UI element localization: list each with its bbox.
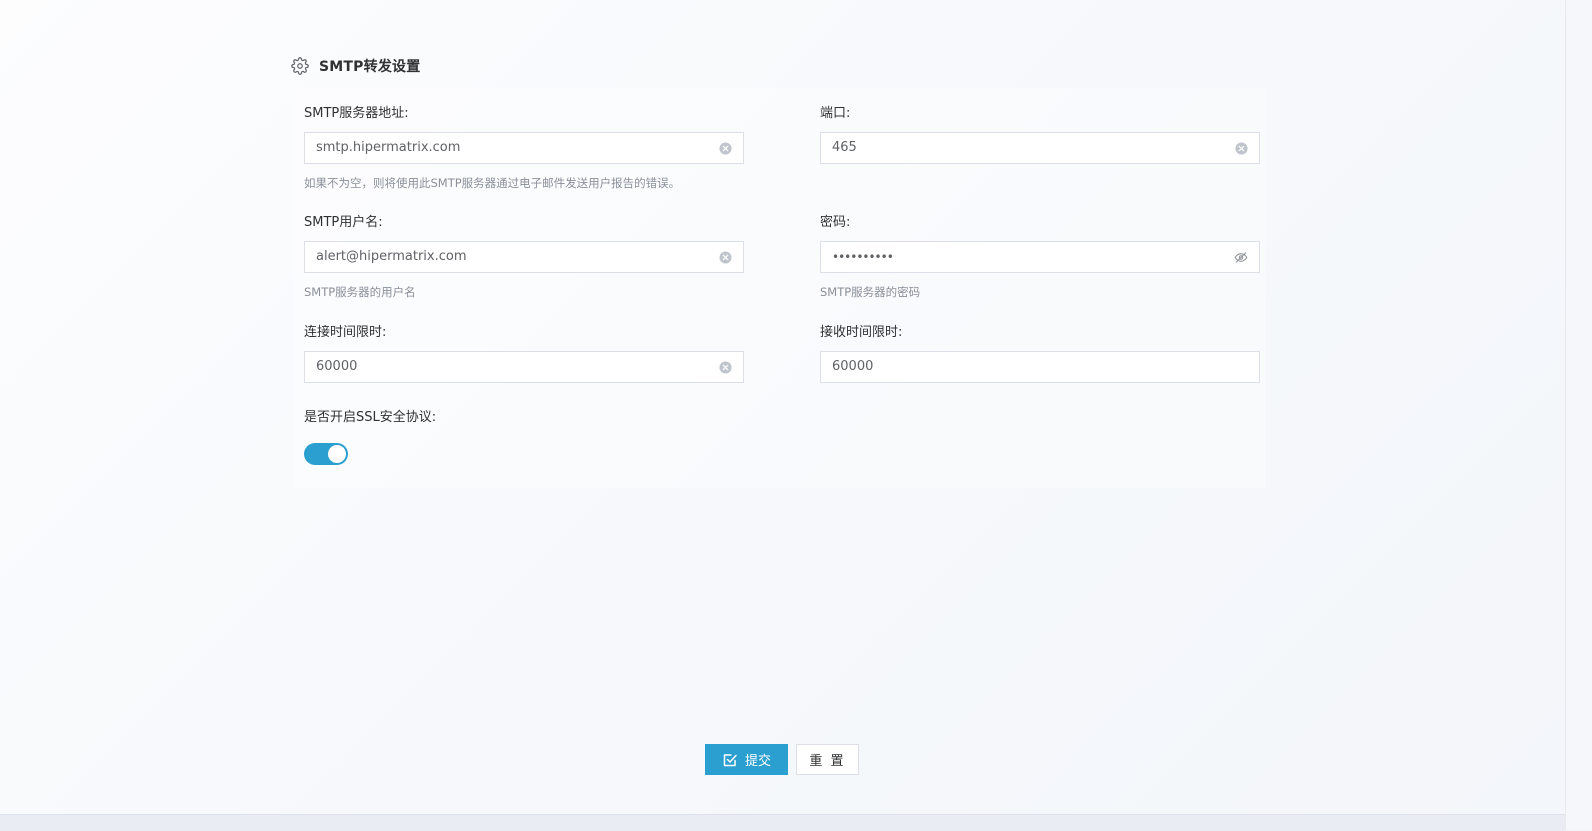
smtp-host-hint: 如果不为空，则将使用此SMTP服务器通过电子邮件发送用户报告的错误。 <box>304 176 681 190</box>
submit-label: 提交 <box>744 754 771 769</box>
clear-icon[interactable] <box>718 360 732 374</box>
port-input[interactable]: 465 <box>820 132 1260 164</box>
clear-icon[interactable] <box>718 250 732 264</box>
username-hint: SMTP服务器的用户名 <box>304 285 416 299</box>
reset-label: 重 置 <box>809 754 846 769</box>
connect-timeout-input[interactable]: 60000 <box>304 351 744 383</box>
smtp-host-input[interactable]: smtp.hipermatrix.com <box>304 132 744 164</box>
receive-timeout-label: 接收时间限时: <box>820 325 903 340</box>
password-label: 密码: <box>820 215 851 230</box>
connect-timeout-value: 60000 <box>316 359 358 374</box>
toggle-knob <box>328 445 346 463</box>
receive-timeout-input[interactable]: 60000 <box>820 351 1260 383</box>
eye-off-icon[interactable] <box>1234 250 1248 264</box>
username-input[interactable]: alert@hipermatrix.com <box>304 241 744 273</box>
smtp-host-label: SMTP服务器地址: <box>304 106 409 121</box>
page: SMTP转发设置 SMTP服务器地址: smtp.hipermatrix.com… <box>0 0 1565 814</box>
clear-icon[interactable] <box>1234 141 1248 155</box>
clear-icon[interactable] <box>718 141 732 155</box>
password-hint: SMTP服务器的密码 <box>820 285 921 299</box>
section-header: SMTP转发设置 <box>291 54 420 78</box>
submit-button[interactable]: 提交 <box>705 744 788 775</box>
bottom-edge <box>0 814 1565 831</box>
vertical-scrollbar[interactable] <box>1565 0 1592 830</box>
port-value: 465 <box>832 140 857 155</box>
ssl-toggle[interactable] <box>304 443 348 465</box>
section-title: SMTP转发设置 <box>319 59 421 75</box>
checkbox-check-icon <box>722 752 738 768</box>
gear-icon <box>291 57 309 75</box>
username-value: alert@hipermatrix.com <box>316 249 467 264</box>
reset-button[interactable]: 重 置 <box>796 744 859 775</box>
receive-timeout-value: 60000 <box>832 359 874 374</box>
smtp-host-value: smtp.hipermatrix.com <box>316 140 461 155</box>
port-label: 端口: <box>820 106 851 121</box>
connect-timeout-label: 连接时间限时: <box>304 325 387 340</box>
ssl-label: 是否开启SSL安全协议: <box>304 410 437 425</box>
password-input[interactable]: •••••••••• <box>820 241 1260 273</box>
username-label: SMTP用户名: <box>304 215 383 230</box>
password-value: •••••••••• <box>832 250 894 264</box>
